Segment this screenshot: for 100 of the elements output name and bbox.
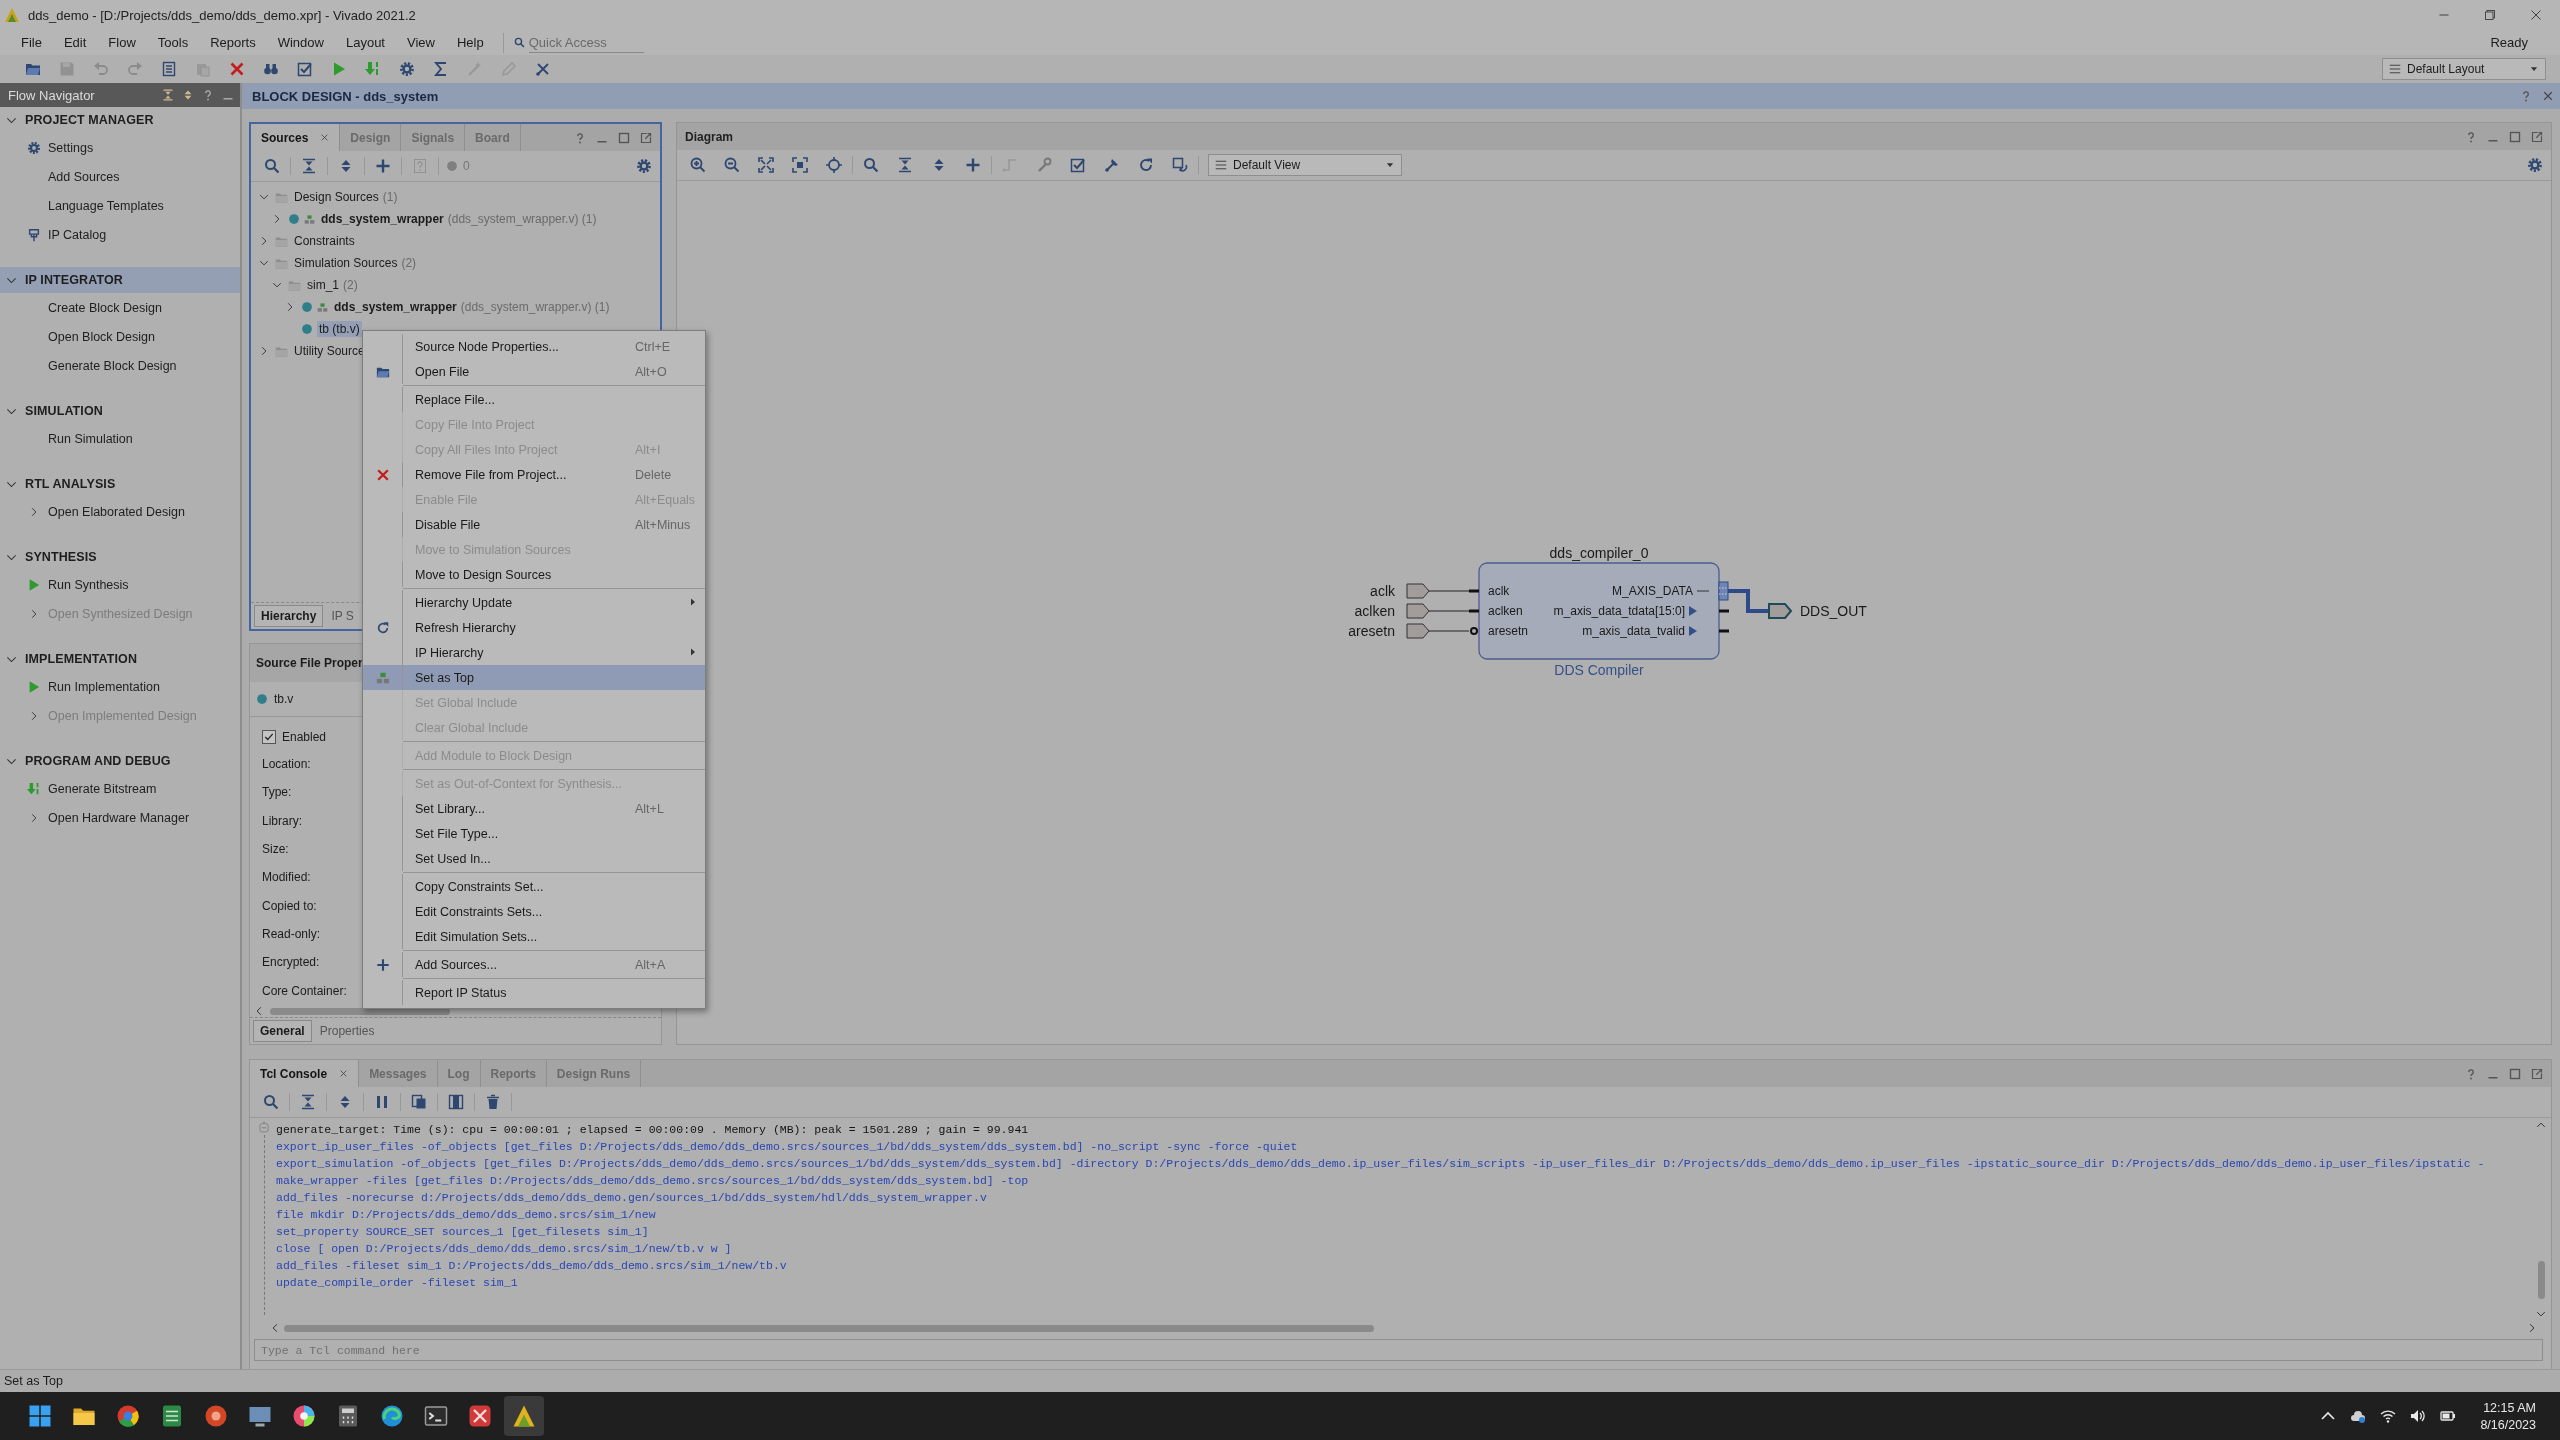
binoculars-icon[interactable] <box>263 61 279 77</box>
collapse-icon[interactable] <box>300 1094 316 1110</box>
menu-item[interactable]: Set File Type... <box>363 821 705 846</box>
nav-section-header[interactable]: SIMULATION <box>0 398 240 424</box>
nav-item[interactable]: Create Block Design <box>0 293 240 322</box>
nav-item[interactable]: Language Templates <box>0 191 240 220</box>
search-icon[interactable] <box>264 158 280 174</box>
nav-item[interactable]: Run Simulation <box>0 424 240 453</box>
probe-icon[interactable] <box>535 61 551 77</box>
menu-item[interactable]: View <box>396 35 446 50</box>
nav-item[interactable]: Generate Block Design <box>0 351 240 380</box>
volume-icon[interactable] <box>2410 1408 2427 1424</box>
plus-icon[interactable] <box>375 158 391 174</box>
menu-item[interactable]: File <box>10 35 53 50</box>
close-icon[interactable] <box>339 1069 349 1078</box>
regenerate-icon[interactable] <box>1172 157 1188 173</box>
chevron-icon[interactable] <box>272 214 282 224</box>
search-icon[interactable] <box>863 157 879 173</box>
nav-item[interactable]: Open Hardware Manager <box>0 803 240 832</box>
swirl-icon[interactable] <box>380 1404 404 1428</box>
monitor-icon[interactable] <box>248 1404 272 1428</box>
command-field[interactable]: Type a Tcl command here <box>254 1339 2543 1361</box>
tree-item[interactable]: Design Sources (1) <box>292 189 400 205</box>
tree-item[interactable]: dds_system_wrapper (dds_system_wrapper.v) (1) <box>319 211 599 227</box>
tab[interactable]: Hierarchy <box>254 605 324 627</box>
menu-item[interactable]: Edit Simulation Sets... <box>363 924 705 949</box>
maximize-icon[interactable] <box>2484 9 2496 21</box>
tab[interactable]: Properties <box>313 1021 381 1041</box>
collapse-icon[interactable] <box>301 158 317 174</box>
tree-item[interactable]: tb (tb.v) <box>317 321 362 337</box>
nav-item[interactable]: Generate Bitstream <box>0 774 240 803</box>
maximize-icon[interactable] <box>2509 130 2521 143</box>
wifi-icon[interactable] <box>2380 1408 2397 1424</box>
folder-icon[interactable] <box>25 61 41 77</box>
menu-item[interactable]: Set Used In... <box>363 846 705 871</box>
fit-icon[interactable] <box>758 157 774 173</box>
battery-icon[interactable] <box>2440 1408 2457 1424</box>
scrollbar-thumb[interactable] <box>270 1007 450 1015</box>
close-icon[interactable] <box>2530 9 2542 21</box>
slides-icon[interactable] <box>204 1404 228 1428</box>
expand-icon[interactable] <box>182 89 194 101</box>
help-icon[interactable] <box>2465 1067 2477 1080</box>
menu-item[interactable]: Edit <box>52 35 98 50</box>
nav-section-header[interactable]: PROJECT MANAGER <box>0 107 240 133</box>
nav-item[interactable]: Run Synthesis <box>0 570 240 599</box>
menu-item[interactable]: Set as Top <box>363 665 705 690</box>
nav-section-header[interactable]: SYNTHESIS <box>0 544 240 570</box>
refresh-icon[interactable] <box>1138 157 1154 173</box>
menu-item[interactable]: Copy Constraints Set... <box>363 874 705 899</box>
chevron-icon[interactable] <box>272 280 282 290</box>
tab[interactable]: IP S <box>325 606 360 626</box>
connect-icon[interactable] <box>1104 157 1120 173</box>
maximize-icon[interactable] <box>2509 1067 2521 1080</box>
menu-item[interactable]: Reports <box>199 35 267 50</box>
menu-item[interactable]: Tools <box>146 35 200 50</box>
menu-item[interactable]: Remove File from Project... Delete <box>363 462 705 487</box>
float-icon[interactable] <box>2531 130 2543 143</box>
help-icon[interactable] <box>2520 90 2532 102</box>
document-icon[interactable] <box>161 61 177 77</box>
nav-item[interactable]: Settings <box>0 133 240 162</box>
help-icon[interactable] <box>574 131 586 144</box>
tab[interactable]: Sources <box>251 124 341 151</box>
pause-icon[interactable] <box>374 1094 390 1110</box>
tab[interactable]: Tcl Console <box>250 1060 360 1087</box>
close-icon[interactable] <box>320 133 330 142</box>
nav-item[interactable]: Open Block Design <box>0 322 240 351</box>
zoom-out-icon[interactable] <box>724 157 740 173</box>
chevron-icon[interactable] <box>285 302 295 312</box>
nav-item[interactable]: IP Catalog <box>0 220 240 249</box>
triangle-logo-icon[interactable] <box>512 1404 536 1428</box>
chevron-icon[interactable] <box>259 236 269 246</box>
crosshair-icon[interactable] <box>826 157 842 173</box>
tab[interactable]: General <box>253 1020 312 1042</box>
maximize-icon[interactable] <box>618 131 630 144</box>
tree-item[interactable]: Constraints <box>292 233 357 249</box>
zoom-in-icon[interactable] <box>690 157 706 173</box>
fit-selection-icon[interactable] <box>792 157 808 173</box>
sigma-icon[interactable] <box>433 61 449 77</box>
menu-item[interactable]: Move to Design Sources <box>363 562 705 587</box>
checkbox[interactable] <box>262 730 276 745</box>
menu-item[interactable]: Add Sources... Alt+A <box>363 952 705 977</box>
cloud-icon[interactable] <box>2350 1408 2367 1424</box>
float-icon[interactable] <box>640 131 652 144</box>
menu-item[interactable]: Disable File Alt+Minus <box>363 512 705 537</box>
nav-section-header[interactable]: IP INTEGRATOR <box>0 267 240 293</box>
close-icon[interactable] <box>2542 90 2554 102</box>
menu-item[interactable]: Report IP Status <box>363 980 705 1005</box>
color-wheel-icon[interactable] <box>292 1404 316 1428</box>
scrollbar-thumb[interactable] <box>284 1324 1374 1332</box>
plus-icon[interactable] <box>965 157 981 173</box>
menu-item[interactable]: Edit Constraints Sets... <box>363 899 705 924</box>
cross-icon[interactable] <box>229 61 245 77</box>
chevron-icon[interactable] <box>270 1323 280 1333</box>
settings-icon[interactable] <box>2527 157 2543 173</box>
calculator-icon[interactable] <box>336 1404 360 1428</box>
copy-icon[interactable] <box>411 1094 427 1110</box>
spreadsheet-icon[interactable] <box>160 1404 184 1428</box>
collapse-icon[interactable] <box>162 89 174 101</box>
chevron-icon[interactable] <box>259 346 269 356</box>
chevron-icon[interactable] <box>2536 1120 2546 1130</box>
